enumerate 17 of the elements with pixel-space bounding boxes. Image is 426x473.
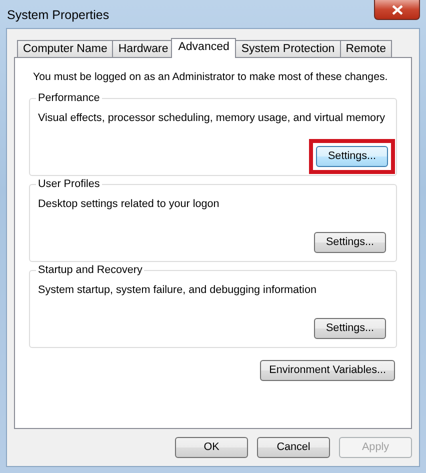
tab[interactable]: System Protection	[235, 40, 341, 57]
tab[interactable]: Remote	[340, 40, 392, 57]
group-description: System startup, system failure, and debugging information	[38, 282, 316, 298]
notice-text: You must be logged on as an Administrator to make most of these changes.	[33, 70, 388, 85]
settings-button[interactable]: Settings...	[316, 146, 388, 167]
close-icon	[392, 4, 402, 14]
group-description: Visual effects, processor scheduling, memory usage, and virtual memory	[38, 110, 386, 126]
group-description: Desktop settings related to your logon	[38, 196, 220, 212]
settings-button[interactable]: Settings...	[314, 232, 386, 253]
window-title: System Properties	[7, 7, 110, 24]
dialog-button[interactable]: Cancel	[257, 437, 330, 458]
close-button[interactable]	[374, 0, 420, 20]
tab[interactable]: Computer Name	[17, 40, 114, 57]
environment-variables-button[interactable]: Environment Variables...	[260, 360, 395, 381]
tab[interactable]: Advanced	[171, 38, 236, 58]
settings-button[interactable]: Settings...	[314, 318, 386, 339]
dialog-button[interactable]: OK	[175, 437, 248, 458]
